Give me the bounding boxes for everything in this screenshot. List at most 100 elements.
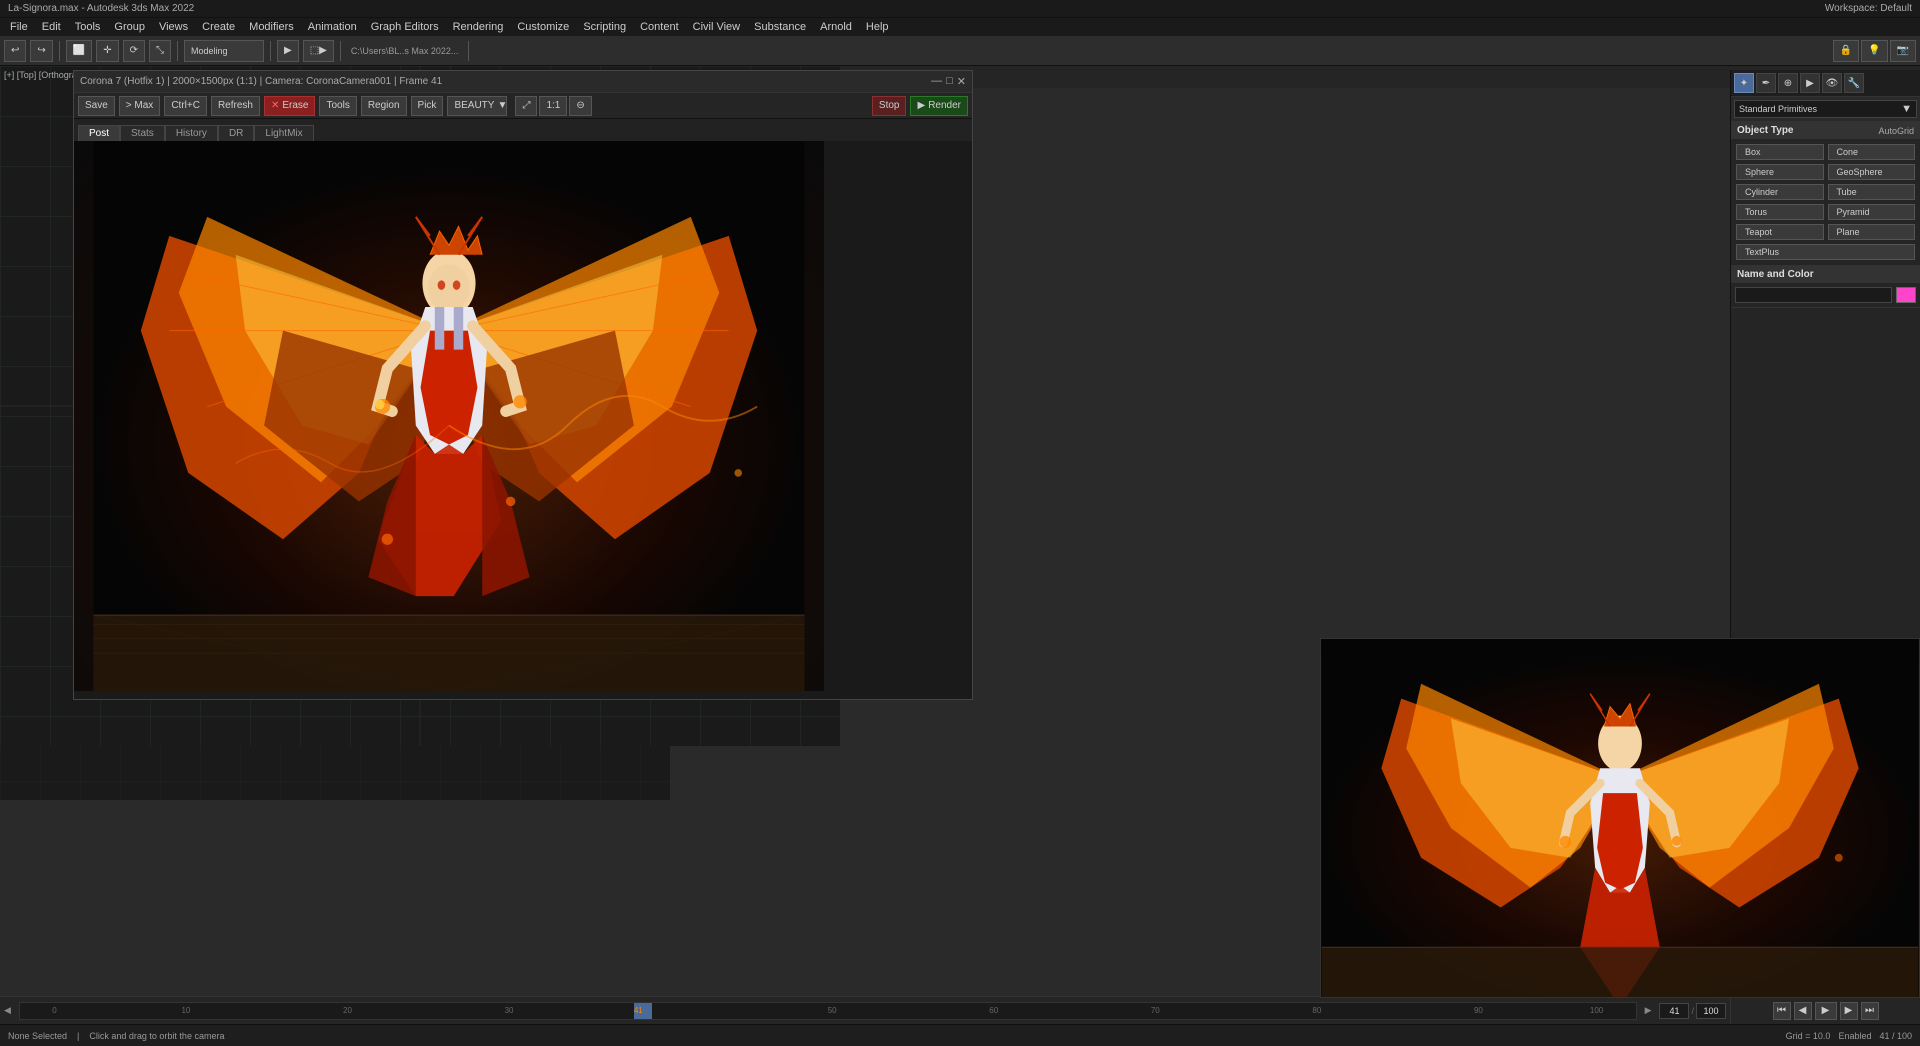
tab-lightmix[interactable]: LightMix [254, 125, 313, 141]
menu-content[interactable]: Content [634, 20, 685, 34]
menu-group[interactable]: Group [108, 20, 151, 34]
play-first[interactable]: ⏮ [1773, 1002, 1791, 1020]
menu-civil-view[interactable]: Civil View [687, 20, 746, 34]
toolbar-view-select[interactable]: Modeling [184, 40, 264, 62]
play-last[interactable]: ⏭ [1861, 1002, 1879, 1020]
menu-edit[interactable]: Edit [36, 20, 67, 34]
playback-controls: ⏮ ◀ ▶ ▶ ⏭ [1730, 996, 1920, 1024]
zoom-fit[interactable]: ⤢ [515, 96, 537, 116]
render-button[interactable]: ▶ Render [910, 96, 968, 116]
toolbar-scale[interactable]: ⤡ [149, 40, 171, 62]
enabled-status: Enabled [1838, 1031, 1871, 1041]
total-frames-input[interactable] [1696, 1003, 1726, 1019]
object-type-header[interactable]: Object Type AutoGrid [1731, 122, 1920, 139]
name-color-row [1735, 287, 1916, 303]
timeline-track[interactable]: 0 10 20 30 41 50 60 70 80 90 100 [19, 1002, 1637, 1020]
selection-status: None Selected [8, 1031, 67, 1041]
max-button[interactable]: > Max [119, 96, 161, 116]
toolbar-render-region[interactable]: ⬚▶ [303, 40, 334, 62]
menu-rendering[interactable]: Rendering [447, 20, 510, 34]
btn-pyramid[interactable]: Pyramid [1828, 204, 1916, 220]
region-button[interactable]: Region [361, 96, 407, 116]
play-next[interactable]: ▶ [1840, 1002, 1858, 1020]
zoom-1to1[interactable]: 1:1 [539, 96, 567, 116]
max-label: > Max [126, 100, 154, 111]
render-titlebar: Corona 7 (Hotfix 1) | 2000×1500px (1:1) … [74, 71, 972, 93]
toolbar-redo[interactable]: ↪ [30, 40, 52, 62]
frame-status: 41 / 100 [1879, 1031, 1912, 1041]
beauty-dropdown[interactable]: BEAUTY ▼ [447, 96, 507, 116]
menu-modifiers[interactable]: Modifiers [243, 20, 300, 34]
render-minimize[interactable]: — [931, 75, 942, 88]
menu-help[interactable]: Help [860, 20, 895, 34]
render-close[interactable]: ✕ [957, 75, 966, 88]
play-forward[interactable]: ▶ [1815, 1002, 1837, 1020]
object-color-swatch[interactable] [1896, 287, 1916, 303]
toolbar-sep5 [468, 41, 469, 61]
btn-textplus[interactable]: TextPlus [1736, 244, 1915, 260]
toolbar-render[interactable]: ▶ [277, 40, 299, 62]
erase-button[interactable]: ✕ Erase [264, 96, 316, 116]
tab-post[interactable]: Post [78, 125, 120, 141]
refresh-button[interactable]: Refresh [211, 96, 260, 116]
tools-button[interactable]: Tools [319, 96, 356, 116]
tool-motion[interactable]: ▶ [1800, 73, 1820, 93]
name-color-rollout: Name and Color [1731, 266, 1920, 308]
btn-box[interactable]: Box [1736, 144, 1824, 160]
render-window: Corona 7 (Hotfix 1) | 2000×1500px (1:1) … [73, 70, 973, 700]
toolbar-cam[interactable]: 📷 [1890, 40, 1916, 62]
pick-button[interactable]: Pick [411, 96, 444, 116]
tool-create[interactable]: ✦ [1734, 73, 1754, 93]
toolbar-light[interactable]: 💡 [1861, 40, 1887, 62]
toolbar-move[interactable]: ✛ [96, 40, 118, 62]
btn-plane[interactable]: Plane [1828, 224, 1916, 240]
ctrl-c-button[interactable]: Ctrl+C [164, 96, 207, 116]
tab-stats[interactable]: Stats [120, 125, 165, 141]
btn-teapot[interactable]: Teapot [1736, 224, 1824, 240]
play-prev[interactable]: ◀ [1794, 1002, 1812, 1020]
render-content: Save... Load... ▼ TONE MAPPING ✓ Exposur… [74, 141, 972, 691]
btn-tube[interactable]: Tube [1828, 184, 1916, 200]
menu-substance[interactable]: Substance [748, 20, 812, 34]
toolbar-path: C:\Users\BL..s Max 2022... [351, 46, 459, 56]
current-frame-input[interactable] [1659, 1003, 1689, 1019]
menu-file[interactable]: File [4, 20, 34, 34]
btn-sphere[interactable]: Sphere [1736, 164, 1824, 180]
primitives-dropdown-row: Standard Primitives ▼ [1731, 97, 1920, 122]
menu-scripting[interactable]: Scripting [577, 20, 632, 34]
primitives-dropdown[interactable]: Standard Primitives ▼ [1734, 100, 1917, 118]
render-title: Corona 7 (Hotfix 1) | 2000×1500px (1:1) … [80, 76, 442, 87]
btn-cone[interactable]: Cone [1828, 144, 1916, 160]
btn-torus[interactable]: Torus [1736, 204, 1824, 220]
frame-separator: / [1691, 1006, 1694, 1016]
menu-animation[interactable]: Animation [302, 20, 363, 34]
tool-display[interactable]: 👁 [1822, 73, 1842, 93]
menu-arnold[interactable]: Arnold [814, 20, 858, 34]
name-color-header[interactable]: Name and Color [1731, 266, 1920, 283]
render-maximize[interactable]: □ [946, 75, 953, 88]
beauty-label: BEAUTY [454, 100, 494, 111]
stop-button[interactable]: Stop [872, 96, 907, 116]
menu-create[interactable]: Create [196, 20, 241, 34]
tool-modify[interactable]: ✒ [1756, 73, 1776, 93]
tool-utilities[interactable]: 🔧 [1844, 73, 1864, 93]
btn-geosphere[interactable]: GeoSphere [1828, 164, 1916, 180]
toolbar-rotate[interactable]: ⟳ [123, 40, 145, 62]
toolbar-lock[interactable]: 🔒 [1833, 40, 1859, 62]
zoom-out[interactable]: ⊖ [569, 96, 591, 116]
menu-tools[interactable]: Tools [69, 20, 107, 34]
autoname-label: AutoGrid [1878, 126, 1914, 136]
grid-status: Grid = 10.0 [1786, 1031, 1831, 1041]
toolbar-select[interactable]: ⬜ [66, 40, 92, 62]
menu-graph-editors[interactable]: Graph Editors [365, 20, 445, 34]
tab-dr[interactable]: DR [218, 125, 254, 141]
save-button[interactable]: Save [78, 96, 115, 116]
menu-views[interactable]: Views [153, 20, 194, 34]
timeline: ◀ 0 10 20 30 41 50 60 70 80 90 100 ▶ / [0, 996, 1730, 1024]
menu-customize[interactable]: Customize [511, 20, 575, 34]
toolbar-undo[interactable]: ↩ [4, 40, 26, 62]
btn-cylinder[interactable]: Cylinder [1736, 184, 1824, 200]
object-name-input[interactable] [1735, 287, 1892, 303]
tab-history[interactable]: History [165, 125, 218, 141]
tool-hierarchy[interactable]: ⊕ [1778, 73, 1798, 93]
